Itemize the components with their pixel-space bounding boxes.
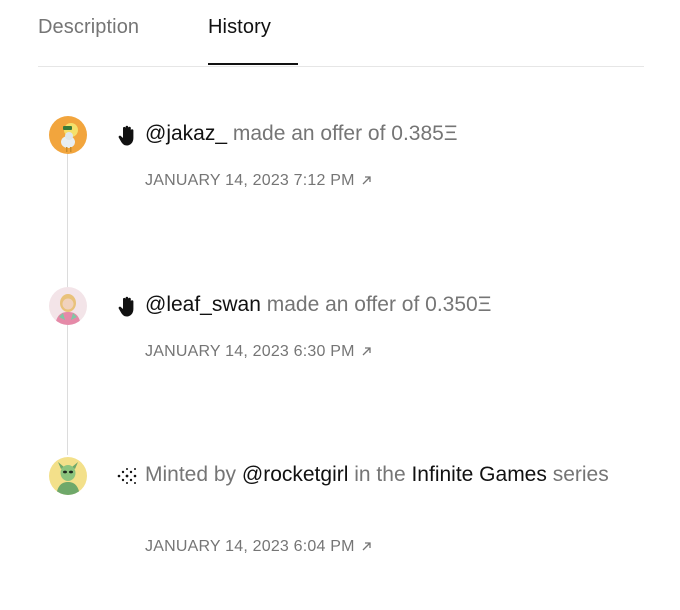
mint-sparkle-icon [117,466,137,486]
event-date: JANUARY 14, 2023 6:04 PM [145,538,355,555]
event-description: @leaf_swan made an offer of 0.350Ξ [145,290,635,320]
event-description: @jakaz_ made an offer of 0.385Ξ [145,119,635,149]
offer-amount: 0.385Ξ [391,122,458,145]
user-link[interactable]: @jakaz_ [145,122,227,145]
event-timestamp-link[interactable]: JANUARY 14, 2023 7:12 PM [145,172,372,191]
event-date: JANUARY 14, 2023 7:12 PM [145,172,355,189]
tab-description[interactable]: Description [38,16,139,39]
user-link[interactable]: @rocketgirl [242,463,349,486]
event-date: JANUARY 14, 2023 6:30 PM [145,343,355,360]
offer-amount: 0.350Ξ [425,293,492,316]
hand-icon [117,125,137,146]
user-link[interactable]: @leaf_swan [145,293,261,316]
avatar-leaf-swan[interactable] [49,287,87,325]
series-label: series [552,463,609,486]
event-description: Minted by @rocketgirl in the Infinite Ga… [145,460,635,490]
event-action: made an offer of [232,122,386,145]
timeline-connector [67,325,68,455]
avatar-rocketgirl[interactable] [49,457,87,495]
series-link[interactable]: Infinite Games [411,463,546,486]
external-link-arrow-icon [361,539,372,557]
avatar-jakaz[interactable] [49,116,87,154]
active-tab-indicator [208,63,298,65]
timeline-connector [67,153,68,289]
event-action: made an offer of [266,293,420,316]
external-link-arrow-icon [361,173,372,191]
minted-by-label: Minted by [145,463,237,486]
event-timestamp-link[interactable]: JANUARY 14, 2023 6:30 PM [145,343,372,362]
tab-history[interactable]: History [208,16,271,39]
in-the-label: in the [354,463,406,486]
tab-bar: Description History [38,14,644,67]
event-timestamp-link[interactable]: JANUARY 14, 2023 6:04 PM [145,538,372,557]
external-link-arrow-icon [361,344,372,362]
hand-icon [117,296,137,317]
